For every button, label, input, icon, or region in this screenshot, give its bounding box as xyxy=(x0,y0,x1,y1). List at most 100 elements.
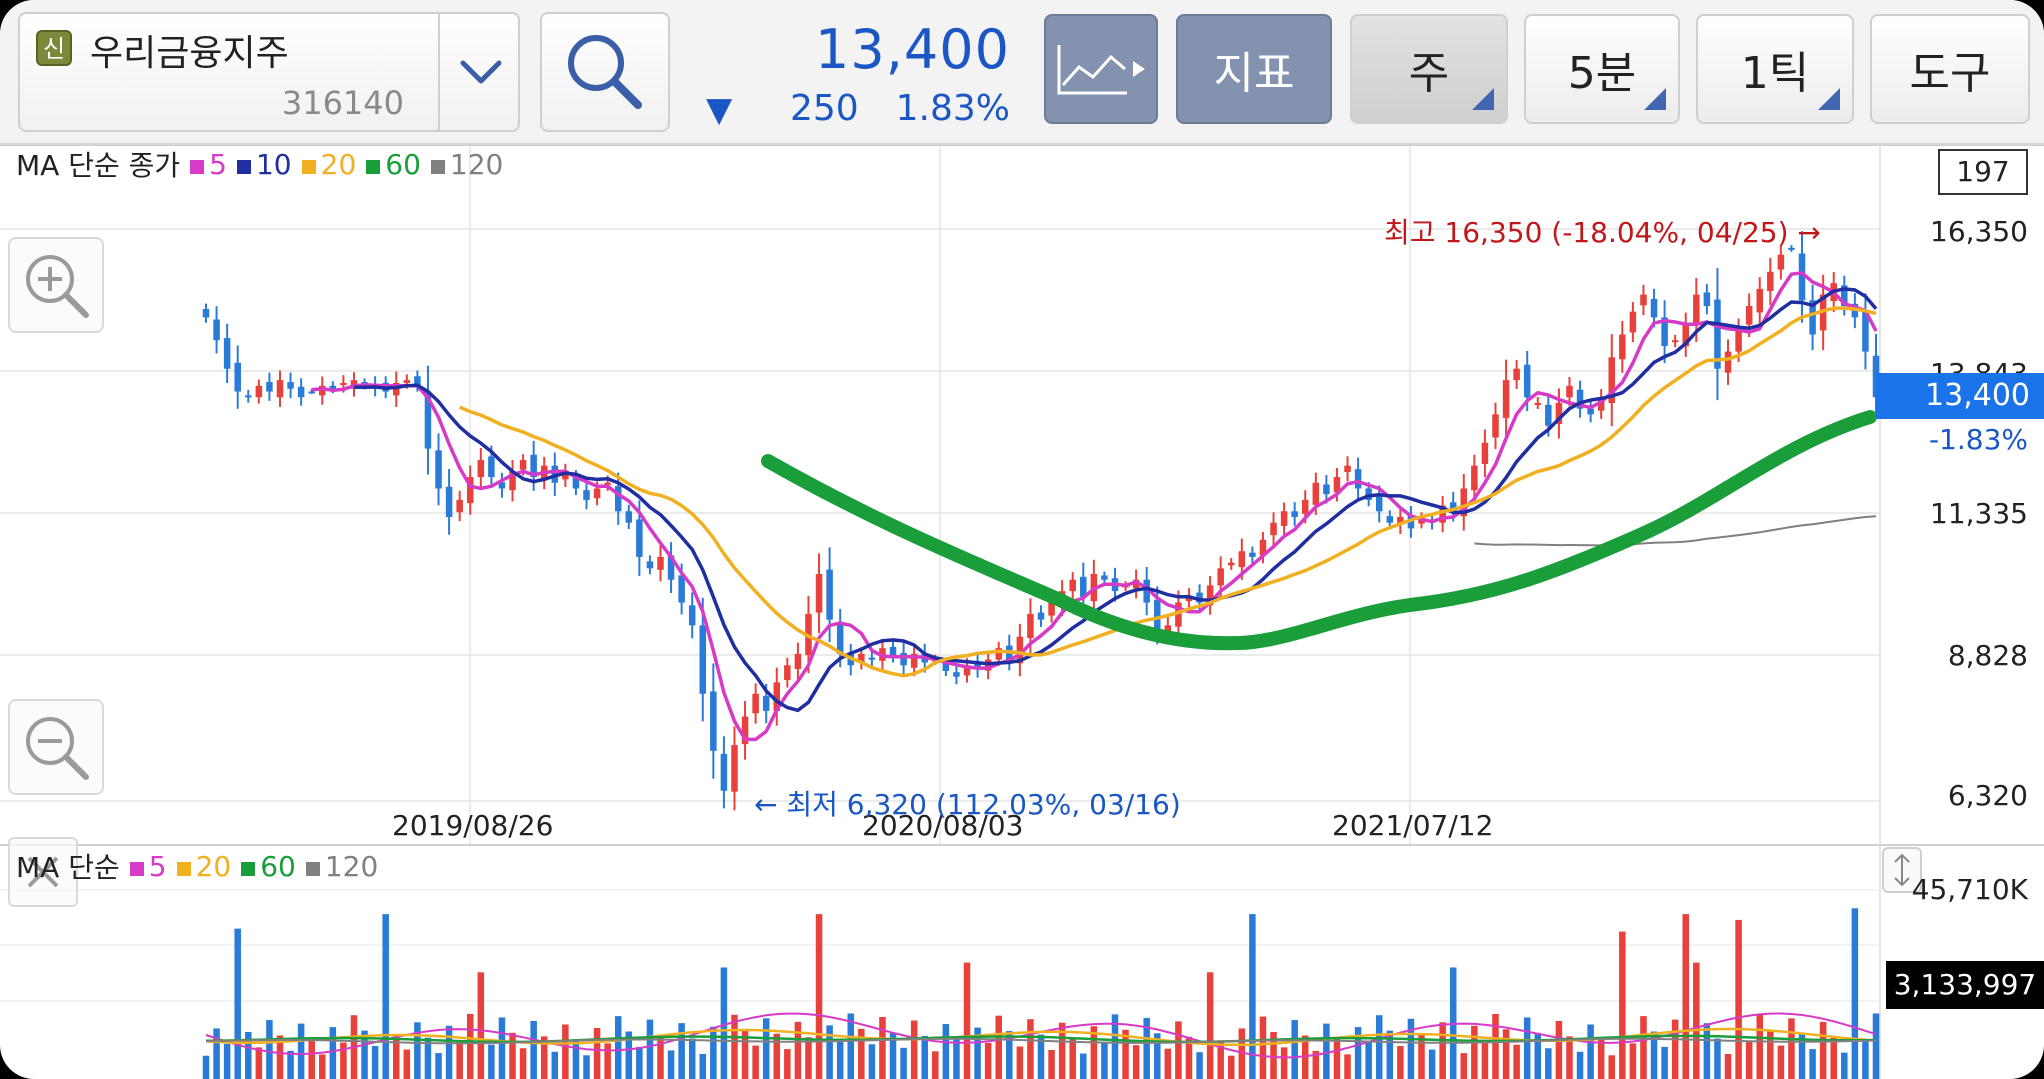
candle-body xyxy=(1534,402,1542,405)
candle-body xyxy=(435,450,442,489)
candle-body xyxy=(794,653,802,669)
price-display: 13,400 ▼ 250 1.83% xyxy=(690,10,1010,135)
volume-bar xyxy=(1365,1042,1372,1079)
volume-bar xyxy=(910,1020,918,1079)
candle-body xyxy=(625,511,633,523)
tick-button[interactable]: 1틱 xyxy=(1696,14,1854,124)
stock-name: 우리금융지주 xyxy=(90,33,289,74)
volume-bar xyxy=(1206,972,1214,1079)
volume-bar xyxy=(1777,1045,1785,1079)
volume-bar xyxy=(636,1046,643,1079)
volume-bar xyxy=(1227,1055,1235,1079)
volume-bar xyxy=(1745,1042,1753,1079)
candle-body xyxy=(688,605,696,626)
volume-bar xyxy=(403,1049,411,1079)
candle-body xyxy=(1587,408,1594,415)
volume-bar xyxy=(308,1039,315,1079)
price-ma-legend[interactable]: MA 단순 종가 5 10 20 60 120 xyxy=(16,145,503,183)
price-volume-chart[interactable] xyxy=(0,145,2044,1079)
search-button[interactable] xyxy=(540,12,670,132)
chart-area[interactable]: MA 단순 종가 5102060120 197 16,350 13,843 11… xyxy=(0,145,2044,1079)
volume-bar xyxy=(1735,919,1742,1079)
legend-swatch xyxy=(129,861,144,876)
volume-bar xyxy=(1619,931,1626,1079)
legend-swatch xyxy=(305,861,320,876)
volume-bar xyxy=(1629,1043,1637,1079)
volume-bar xyxy=(667,1050,675,1079)
legend-swatch xyxy=(301,159,316,174)
current-change-percent: -1.83% xyxy=(1928,423,2028,456)
volume-bar xyxy=(1693,962,1700,1079)
candle-body xyxy=(266,381,273,392)
tools-button[interactable]: 도구 xyxy=(1870,14,2030,124)
volume-bar xyxy=(1048,1050,1055,1079)
candle-body xyxy=(784,665,791,680)
volume-bar xyxy=(1471,1025,1478,1079)
credit-badge: 신 xyxy=(36,30,72,66)
volume-bar xyxy=(498,1017,506,1079)
volume-bar xyxy=(488,1044,495,1079)
candle-body xyxy=(614,486,622,512)
interval-5min-button[interactable]: 5분 xyxy=(1524,14,1680,124)
candle-count-box[interactable]: 197 xyxy=(1938,149,2028,195)
volume-bar xyxy=(805,1037,812,1079)
down-arrow-icon: ▼ xyxy=(706,90,733,130)
volume-bar xyxy=(953,1039,960,1079)
candle-body xyxy=(1312,482,1320,505)
stock-code: 316140 xyxy=(281,84,404,122)
candle-body xyxy=(678,575,685,603)
period-weekly-button[interactable]: 주 xyxy=(1350,14,1508,124)
y-axis-label: 6,320 xyxy=(1947,779,2028,812)
volume-bar xyxy=(1640,1016,1647,1079)
corner-triangle-icon xyxy=(1818,88,1840,110)
volume-bar xyxy=(583,1055,590,1079)
zoom-out-icon xyxy=(26,717,89,780)
candle-body xyxy=(1523,364,1531,398)
candle-body xyxy=(340,382,347,385)
candle-body xyxy=(836,622,844,654)
volume-bar xyxy=(1164,1048,1172,1079)
volume-bar xyxy=(1428,1049,1436,1079)
volume-bar xyxy=(1576,1051,1584,1079)
chart-type-button[interactable] xyxy=(1044,14,1158,124)
candle-body xyxy=(699,625,707,694)
volume-bar xyxy=(1587,1024,1594,1079)
volume-bar xyxy=(456,1041,463,1079)
corner-triangle-icon xyxy=(1644,88,1666,110)
volume-bar xyxy=(551,1051,559,1079)
candle-body xyxy=(1777,254,1785,270)
candle-body xyxy=(329,385,337,389)
ma-legend-label: 10 xyxy=(255,147,292,181)
vol-legend-label: 60 xyxy=(260,849,296,883)
indicator-button[interactable]: 지표 xyxy=(1176,14,1332,124)
volume-ma-legend[interactable]: MA 단순 5 20 60 120 xyxy=(16,847,378,885)
stock-dropdown-button[interactable] xyxy=(438,14,522,130)
volume-bar xyxy=(1513,1044,1520,1079)
candle-body xyxy=(1037,612,1045,620)
legend-swatch xyxy=(190,159,205,174)
volume-bar xyxy=(266,1020,273,1079)
volume-bar xyxy=(879,1017,886,1079)
candle-body xyxy=(1027,613,1034,639)
y-axis-label: 11,335 xyxy=(1930,497,2028,530)
volume-bar xyxy=(1492,1013,1499,1079)
ma-legend-title: MA 단순 종가 xyxy=(16,149,181,182)
zoom-out-button[interactable] xyxy=(8,699,104,795)
y-axis-label: 8,828 xyxy=(1947,639,2028,672)
ma-line xyxy=(354,287,1878,713)
volume-bar xyxy=(1841,1052,1848,1079)
stock-selector[interactable]: 신 우리금융지주 316140 xyxy=(18,12,520,132)
interval-label: 5분 xyxy=(1567,48,1637,99)
candle-body xyxy=(1545,404,1552,426)
volume-bar xyxy=(466,1013,474,1079)
candle-body xyxy=(1693,294,1700,326)
search-icon xyxy=(568,35,642,109)
vol-legend-label: 5 xyxy=(148,849,167,883)
candle-body xyxy=(657,556,664,570)
volume-bar xyxy=(593,1028,601,1079)
candle-body xyxy=(868,657,876,660)
volume-bar xyxy=(1280,1047,1288,1079)
volume-bar xyxy=(435,1053,442,1079)
candle-body xyxy=(1069,579,1076,592)
zoom-in-button[interactable] xyxy=(8,237,104,333)
